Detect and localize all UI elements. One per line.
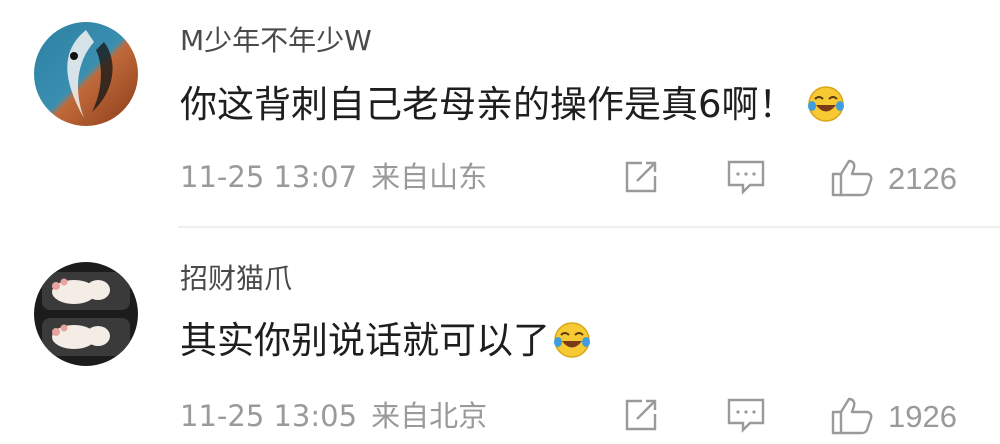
location: 来自北京 [371, 399, 488, 433]
comment-body: 你这背刺自己老母亲的操作是真6啊！ [180, 82, 796, 126]
username[interactable]: 招财猫爪 [180, 265, 292, 293]
comment-text: 其实你别说话就可以了 [180, 320, 592, 360]
comment-item: 招财猫爪 其实你别说话就可以了 11-25 13:05 来自北京 1926 [0, 228, 1000, 444]
share-icon [622, 158, 660, 196]
comment-body: 其实你别说话就可以了 [180, 318, 550, 362]
comment-meta: 11-25 13:07 来自山东 [180, 163, 487, 192]
reply-button[interactable] [726, 396, 766, 434]
comment-icon [726, 158, 766, 196]
thumbs-up-icon [830, 396, 874, 436]
reply-button[interactable] [726, 158, 766, 196]
like-button[interactable]: 1926 [830, 396, 957, 436]
comment-icon [726, 396, 766, 434]
like-button[interactable]: 2126 [830, 158, 957, 198]
comment-text: 你这背刺自己老母亲的操作是真6啊！ [180, 84, 846, 124]
laughing-crying-emoji-icon [806, 84, 846, 124]
location: 来自山东 [371, 160, 488, 194]
username[interactable]: M少年不年少W [180, 27, 372, 55]
comment-item: M少年不年少W 你这背刺自己老母亲的操作是真6啊！ 11-25 13:07 来自山… [0, 0, 1000, 226]
avatar[interactable] [34, 262, 138, 366]
avatar[interactable] [34, 22, 138, 126]
share-icon [622, 396, 660, 434]
comment-meta: 11-25 13:05 来自北京 [180, 402, 487, 431]
timestamp: 11-25 13:05 [180, 399, 358, 433]
share-button[interactable] [622, 158, 660, 196]
like-count: 1926 [888, 398, 957, 434]
share-button[interactable] [622, 396, 660, 434]
laughing-crying-emoji-icon [552, 320, 592, 360]
like-count: 2126 [888, 160, 957, 196]
timestamp: 11-25 13:07 [180, 160, 358, 194]
thumbs-up-icon [830, 158, 874, 198]
